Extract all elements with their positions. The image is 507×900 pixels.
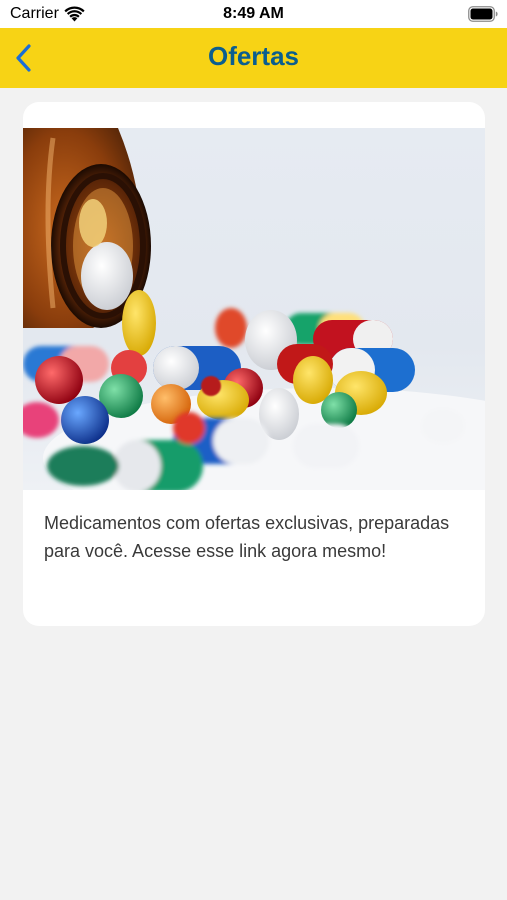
offer-description: Medicamentos com ofertas exclusivas, pre… xyxy=(44,513,450,561)
page-title: Ofertas xyxy=(207,41,300,71)
status-bar: Carrier 8:49 AM xyxy=(0,0,507,28)
offer-image[interactable] xyxy=(23,128,485,490)
offer-card[interactable]: Medicamentos com ofertas exclusivas, pre… xyxy=(23,102,485,626)
navigation-bar: Ofertas xyxy=(0,28,507,88)
status-time: 8:49 AM xyxy=(223,5,284,22)
battery-icon xyxy=(468,6,498,22)
pills-illustration xyxy=(23,128,485,490)
